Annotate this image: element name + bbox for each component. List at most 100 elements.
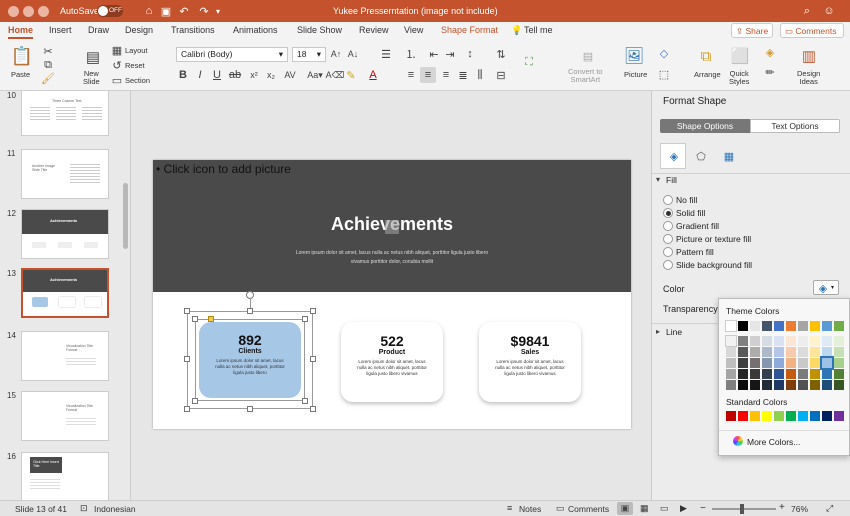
- theme-shade-swatch[interactable]: [834, 380, 844, 390]
- card-sales[interactable]: $9841 Sales Lorem ipsum dolor sit amet, …: [479, 322, 581, 402]
- theme-shade-swatch[interactable]: [774, 358, 784, 368]
- standard-color-swatch[interactable]: [822, 411, 832, 421]
- reading-view-icon[interactable]: ▭: [660, 503, 669, 514]
- language-indicator[interactable]: Indonesian: [94, 504, 136, 514]
- theme-shade-swatch[interactable]: [774, 347, 784, 357]
- theme-shade-swatch[interactable]: [798, 369, 808, 379]
- tab-transitions[interactable]: Transitions: [171, 25, 215, 35]
- standard-color-swatch[interactable]: [786, 411, 796, 421]
- fill-option-no-fill[interactable]: No fill: [663, 195, 697, 205]
- theme-color-swatch[interactable]: [798, 321, 808, 331]
- slide-thumbnail-14[interactable]: Visualization Title Format: [21, 331, 109, 381]
- line-section-header[interactable]: Line: [666, 327, 682, 337]
- theme-shade-swatch[interactable]: [726, 380, 736, 390]
- convert-smartart-label[interactable]: Convert to SmartArt: [568, 68, 603, 84]
- text-direction-icon[interactable]: ⇅: [495, 48, 507, 61]
- slide-sorter-icon[interactable]: ▦: [640, 503, 649, 514]
- superscript-icon[interactable]: x²: [249, 69, 259, 81]
- search-icon[interactable]: ⌕: [800, 4, 814, 18]
- resize-handle[interactable]: [192, 316, 198, 322]
- tell-me-search[interactable]: Tell me: [524, 25, 553, 35]
- theme-color-swatch[interactable]: [786, 321, 796, 331]
- quick-styles-icon[interactable]: ⬜: [729, 46, 751, 66]
- change-case-icon[interactable]: Aa▾: [307, 69, 323, 81]
- selected-color-swatch[interactable]: [820, 356, 834, 370]
- theme-shade-swatch[interactable]: [786, 358, 796, 368]
- tab-shape-options[interactable]: Shape Options: [660, 119, 750, 133]
- tab-review[interactable]: Review: [359, 25, 389, 35]
- standard-color-swatch[interactable]: [726, 411, 736, 421]
- resize-handle[interactable]: [310, 406, 316, 412]
- proofing-icon[interactable]: ⊡: [80, 503, 88, 514]
- columns-icon[interactable]: ⫼: [474, 69, 486, 81]
- standard-color-swatch[interactable]: [774, 411, 784, 421]
- increase-indent-icon[interactable]: ⇥: [444, 48, 456, 61]
- theme-shade-swatch[interactable]: [774, 369, 784, 379]
- theme-shade-swatch[interactable]: [834, 347, 844, 357]
- justify-icon[interactable]: ≣: [457, 69, 469, 82]
- fill-expand-chevron-icon[interactable]: ▾: [656, 175, 660, 184]
- align-right-icon[interactable]: ≡: [440, 69, 452, 81]
- theme-color-swatch[interactable]: [750, 321, 760, 331]
- theme-shade-swatch[interactable]: [834, 336, 844, 346]
- theme-shade-swatch[interactable]: [798, 347, 808, 357]
- theme-shade-swatch[interactable]: [774, 336, 784, 346]
- comments-status-button[interactable]: Comments: [568, 504, 609, 514]
- slide-thumbnail-13-selected[interactable]: Achievements: [21, 268, 109, 318]
- font-name-select[interactable]: Calibri (Body) ▾: [176, 47, 288, 62]
- theme-shade-swatch[interactable]: [726, 358, 736, 368]
- font-size-select[interactable]: 18 ▾: [292, 47, 326, 62]
- bullets-icon[interactable]: ☰: [380, 48, 392, 61]
- pentagon-icon[interactable]: ⬠: [694, 149, 708, 163]
- theme-shade-swatch[interactable]: [750, 358, 760, 368]
- reset-icon[interactable]: ↺: [111, 60, 123, 72]
- user-icon[interactable]: ☺: [822, 4, 836, 18]
- theme-shade-swatch[interactable]: [810, 336, 820, 346]
- underline-icon[interactable]: U: [212, 69, 222, 81]
- comments-button[interactable]: ▭ Comments: [780, 23, 844, 38]
- copy-icon[interactable]: ⧉: [42, 59, 54, 71]
- slide-thumbnail-16[interactable]: Click Here Insert Title: [21, 452, 109, 500]
- rotate-handle-icon[interactable]: [246, 291, 254, 299]
- theme-shade-swatch[interactable]: [822, 380, 832, 390]
- resize-handle[interactable]: [302, 316, 308, 322]
- cut-icon[interactable]: ✂: [42, 46, 54, 58]
- theme-shade-swatch[interactable]: [762, 358, 772, 368]
- insert-picture-icon[interactable]: [385, 220, 399, 234]
- more-colors-button[interactable]: More Colors...: [747, 437, 800, 447]
- reset-button[interactable]: Reset: [125, 61, 145, 70]
- tab-design[interactable]: Design: [125, 25, 153, 35]
- decrease-font-icon[interactable]: A↓: [347, 48, 359, 60]
- layout-icon[interactable]: ▦: [111, 45, 123, 57]
- theme-color-swatch[interactable]: [725, 320, 737, 332]
- theme-shade-swatch[interactable]: [834, 369, 844, 379]
- tab-insert[interactable]: Insert: [49, 25, 72, 35]
- resize-handle[interactable]: [302, 398, 308, 404]
- theme-shade-swatch[interactable]: [798, 336, 808, 346]
- align-left-icon[interactable]: ≡: [405, 69, 417, 81]
- picture-icon[interactable]: 🖼: [623, 46, 645, 66]
- zoom-slider[interactable]: [712, 508, 776, 510]
- bold-icon[interactable]: B: [178, 69, 188, 81]
- theme-shade-swatch[interactable]: [726, 347, 736, 357]
- theme-shade-swatch[interactable]: [738, 380, 748, 390]
- fill-option-slide-background[interactable]: Slide background fill: [663, 260, 752, 270]
- theme-shade-swatch[interactable]: [750, 369, 760, 379]
- strikethrough-icon[interactable]: ab: [229, 69, 241, 81]
- resize-handle[interactable]: [310, 356, 316, 362]
- align-text-icon[interactable]: ⊟: [495, 69, 507, 82]
- notes-button[interactable]: Notes: [519, 504, 541, 514]
- theme-shade-swatch[interactable]: [738, 369, 748, 379]
- resize-handle[interactable]: [247, 308, 253, 314]
- resize-handle[interactable]: [192, 398, 198, 404]
- subscript-icon[interactable]: x₂: [266, 69, 276, 81]
- paste-icon[interactable]: 📋: [10, 44, 34, 68]
- tab-text-options[interactable]: Text Options: [750, 119, 840, 133]
- resize-handle[interactable]: [310, 308, 316, 314]
- minimize-window-button[interactable]: [23, 6, 34, 17]
- new-slide-icon[interactable]: ▤: [83, 46, 103, 68]
- highlight-icon[interactable]: ✎: [344, 69, 358, 82]
- theme-shade-swatch[interactable]: [810, 358, 820, 368]
- shape-fill-icon[interactable]: ◈: [763, 46, 777, 59]
- smartart-icon[interactable]: ⛶: [521, 55, 537, 69]
